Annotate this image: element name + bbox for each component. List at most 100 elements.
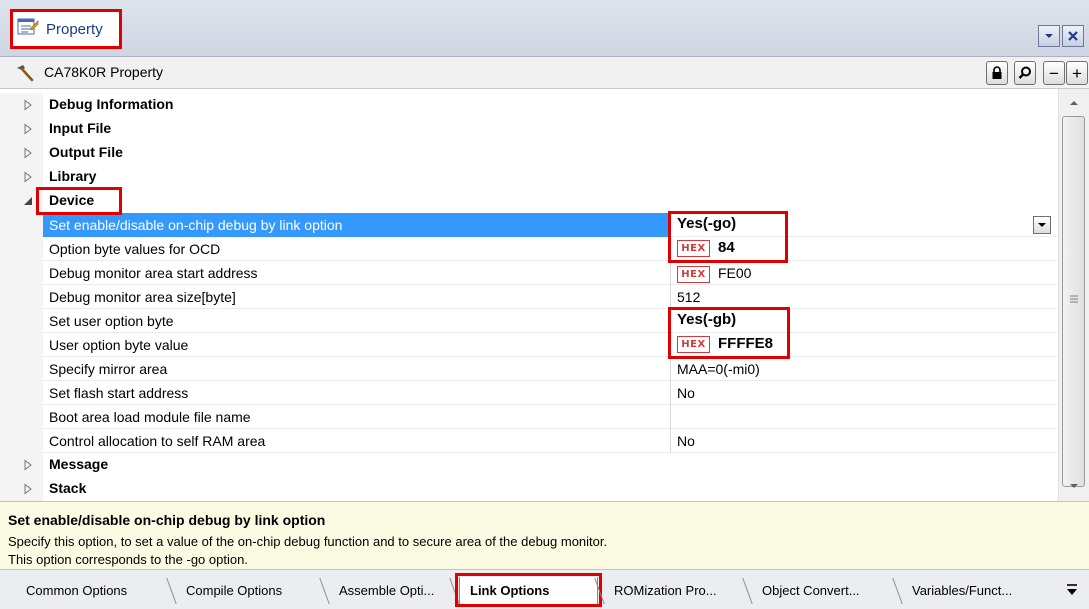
property-value[interactable]: Yes(-gb) [677, 311, 736, 328]
property-value[interactable]: 512 [677, 289, 700, 305]
column-separator [670, 405, 671, 429]
property-window-icon [17, 18, 39, 35]
lock-button[interactable] [986, 61, 1008, 85]
category-label: Debug Information [49, 96, 174, 112]
row-gutter [0, 381, 43, 405]
property-value-text: Yes(-go) [677, 215, 737, 232]
collapsed-arrow-icon[interactable] [23, 123, 33, 135]
title-bar: Property [0, 0, 1089, 57]
category-row[interactable]: Stack [0, 477, 1058, 501]
row-gutter [0, 237, 43, 261]
description-note: This option corresponds to the -go optio… [8, 552, 248, 567]
category-row[interactable]: Debug Information [0, 93, 1058, 117]
row-gutter [0, 405, 43, 429]
category-row[interactable]: Library [0, 165, 1058, 189]
tab-label: Variables/Funct... [912, 583, 1013, 598]
property-row[interactable]: Set enable/disable on-chip debug by link… [0, 213, 1058, 237]
property-label: Option byte values for OCD [49, 241, 221, 257]
property-value[interactable]: No [677, 385, 695, 401]
property-tab[interactable]: Property [10, 9, 122, 49]
category-row[interactable]: Input File [0, 117, 1058, 141]
category-label: Message [49, 456, 109, 472]
property-row[interactable]: Set user option byte Yes(-gb) [0, 309, 1058, 333]
chevron-down-icon [1045, 34, 1053, 38]
property-value[interactable]: HEX 84 [677, 239, 735, 257]
property-row[interactable]: Control allocation to self RAM area No [0, 429, 1058, 453]
tab-label: Assemble Opti... [339, 583, 435, 598]
property-row[interactable]: User option byte value HEX FFFFE8 [0, 333, 1058, 357]
expand-all-button[interactable]: + [1066, 61, 1088, 85]
close-icon [1068, 31, 1078, 41]
property-label: Debug monitor area start address [49, 265, 258, 281]
tab-label: Link Options [470, 583, 550, 598]
tab-variables-funct[interactable]: Variables/Funct... [902, 577, 1052, 604]
tab-label: Common Options [26, 583, 128, 598]
collapsed-arrow-icon[interactable] [23, 147, 33, 159]
column-separator [670, 261, 671, 285]
window-title: Property [46, 21, 103, 38]
property-value[interactable]: MAA=0(-mi0) [677, 361, 760, 377]
window-dropdown-button[interactable] [1038, 25, 1060, 47]
property-label: User option byte value [49, 337, 189, 353]
description-text: Specify this option, to set a value of t… [8, 534, 608, 549]
property-value-text: Yes(-gb) [677, 311, 737, 328]
chevron-down-icon [1038, 223, 1046, 227]
property-label: Set enable/disable on-chip debug by link… [49, 217, 343, 233]
search-button[interactable] [1014, 61, 1036, 85]
property-value-text: No [677, 433, 695, 449]
property-row[interactable]: Debug monitor area start address HEX FE00 [0, 261, 1058, 285]
column-separator [670, 213, 671, 237]
row-gutter [0, 477, 43, 501]
tab-link-options[interactable]: Link Options [459, 577, 598, 604]
hammer-icon [17, 65, 34, 82]
property-row[interactable]: Option byte values for OCD HEX 84 [0, 237, 1058, 261]
category-row[interactable]: Device [0, 189, 1058, 213]
property-row[interactable]: Specify mirror area MAA=0(-mi0) [0, 357, 1058, 381]
collapsed-arrow-icon[interactable] [23, 459, 33, 471]
property-label: Control allocation to self RAM area [49, 433, 266, 449]
property-value[interactable]: HEX FFFFE8 [677, 335, 773, 353]
scrollbar-thumb[interactable] [1062, 116, 1085, 487]
property-label: Debug monitor area size[byte] [49, 289, 236, 305]
tab-common-options[interactable]: Common Options [16, 577, 170, 604]
tab-object-convert[interactable]: Object Convert... [752, 577, 896, 604]
row-gutter [0, 261, 43, 285]
column-separator [670, 381, 671, 405]
property-value[interactable]: Yes(-go) [677, 215, 736, 232]
hex-badge-icon: HEX [677, 239, 710, 257]
expanded-arrow-icon[interactable] [23, 195, 33, 207]
property-grid: Debug Information Input File Output File Li… [0, 89, 1058, 501]
window-close-button[interactable] [1062, 25, 1084, 47]
property-value[interactable]: No [677, 433, 695, 449]
property-value-text: FFFFE8 [718, 335, 773, 352]
category-row[interactable]: Message [0, 453, 1058, 477]
property-header-title: CA78K0R Property [44, 64, 164, 80]
category-label: Input File [49, 120, 112, 136]
scroll-down-icon[interactable] [1068, 481, 1080, 491]
row-gutter [0, 357, 43, 381]
vertical-scrollbar[interactable] [1058, 89, 1089, 501]
collapsed-arrow-icon[interactable] [23, 171, 33, 183]
collapsed-arrow-icon[interactable] [23, 99, 33, 111]
row-gutter [0, 285, 43, 309]
property-row[interactable]: Set flash start address No [0, 381, 1058, 405]
description-title: Set enable/disable on-chip debug by link… [8, 512, 326, 528]
scroll-up-icon[interactable] [1068, 98, 1080, 108]
category-label: Library [49, 168, 97, 184]
collapsed-arrow-icon[interactable] [23, 483, 33, 495]
property-row[interactable]: Boot area load module file name [0, 405, 1058, 429]
row-gutter [0, 189, 43, 213]
row-gutter [0, 93, 43, 117]
row-gutter [0, 213, 43, 237]
row-gutter [0, 453, 43, 477]
tab-romization-pro[interactable]: ROMization Pro... [604, 577, 746, 604]
category-row[interactable]: Output File [0, 141, 1058, 165]
property-row[interactable]: Debug monitor area size[byte] 512 [0, 285, 1058, 309]
value-dropdown-button[interactable] [1033, 216, 1051, 234]
tab-compile-options[interactable]: Compile Options [176, 577, 323, 604]
row-gutter [0, 117, 43, 141]
property-value[interactable]: HEX FE00 [677, 265, 751, 283]
tab-assemble-opti[interactable]: Assemble Opti... [329, 577, 453, 604]
tab-list-menu-icon[interactable] [1064, 582, 1080, 598]
collapse-all-button[interactable]: − [1043, 61, 1065, 85]
